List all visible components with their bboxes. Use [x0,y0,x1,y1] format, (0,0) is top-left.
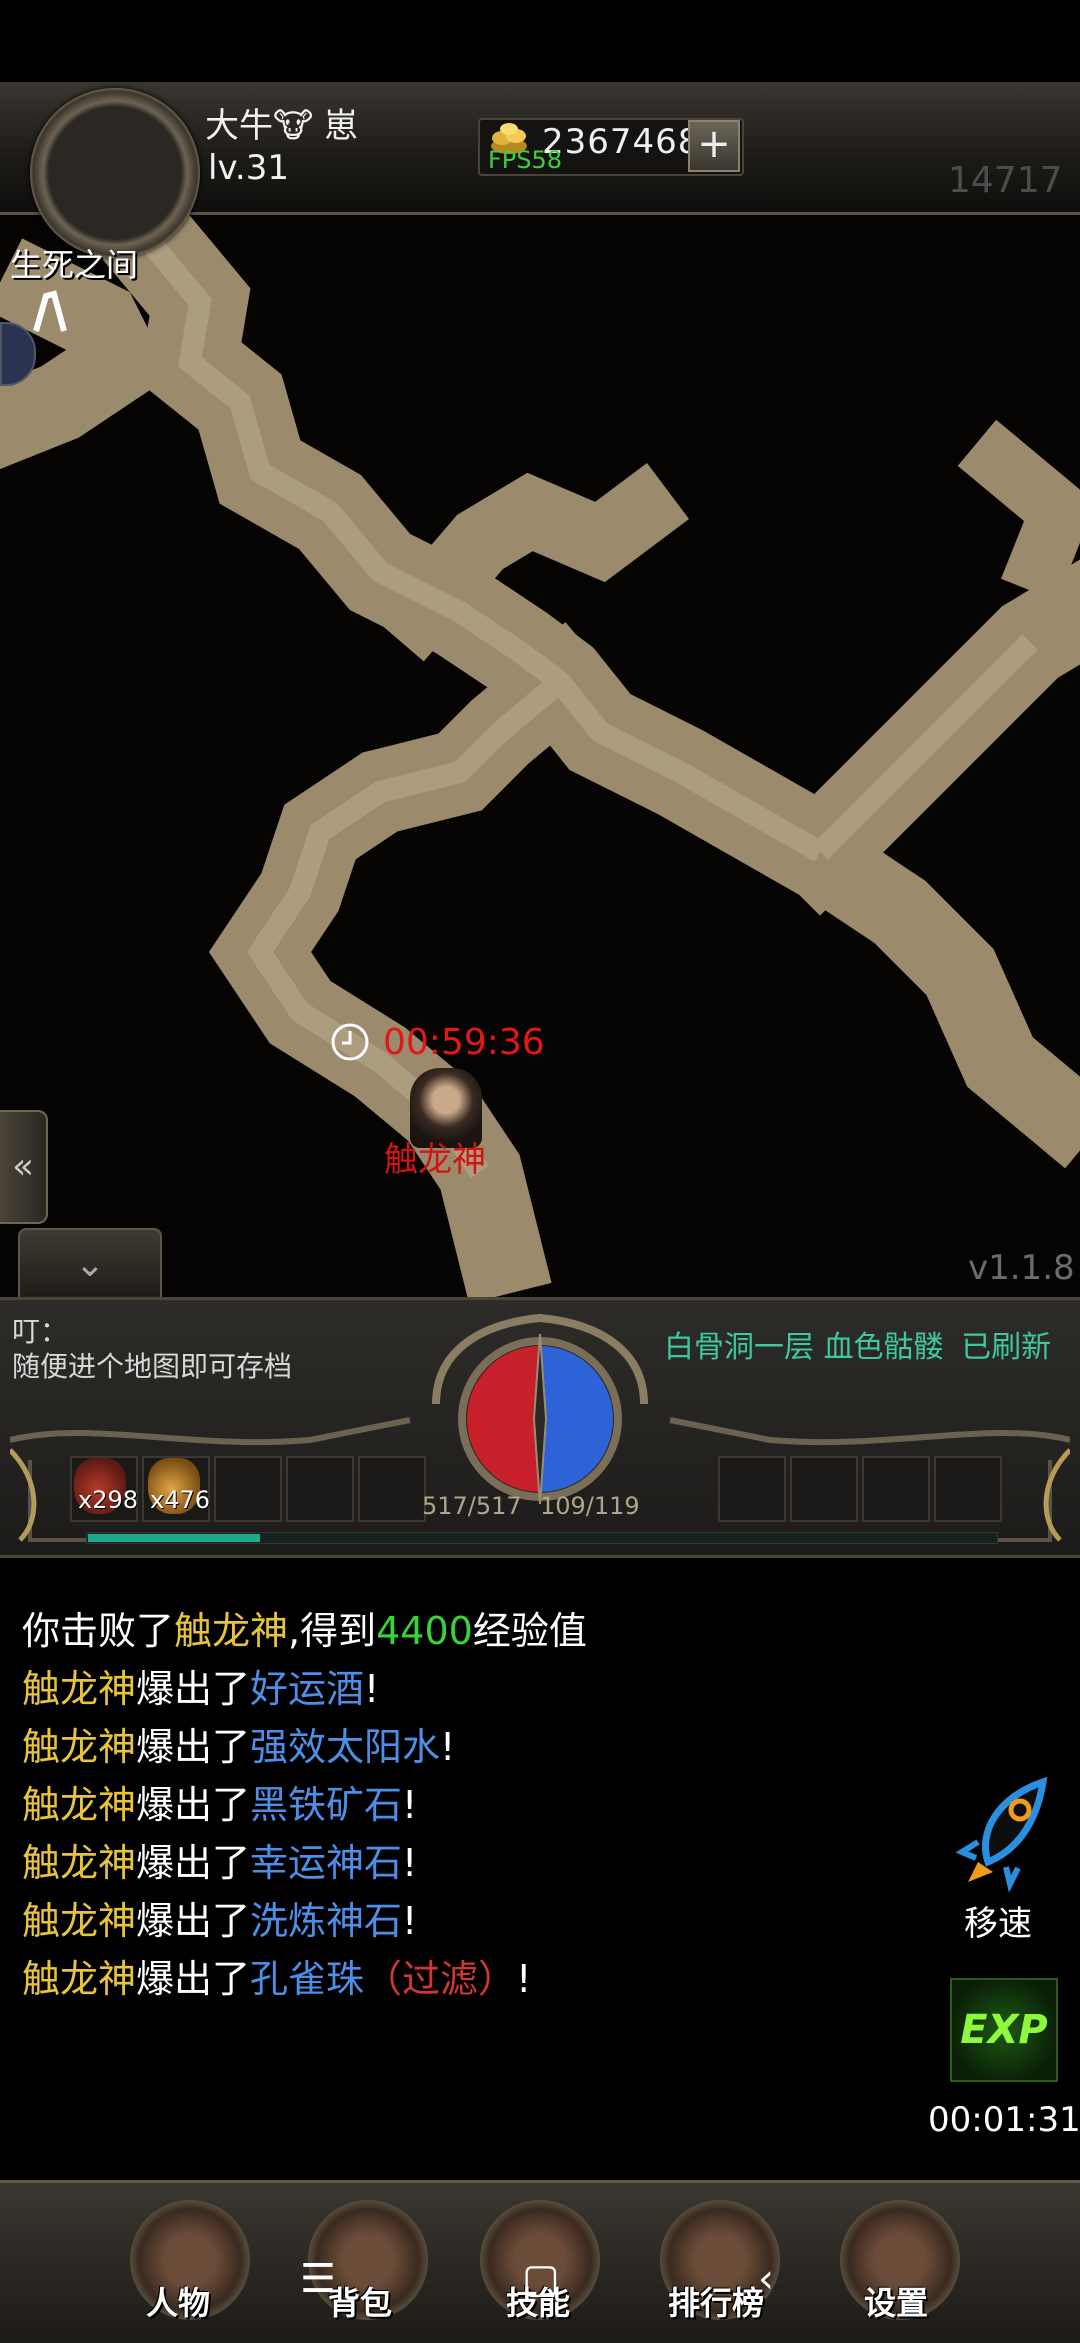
chat-segment: ! [402,1783,418,1827]
game-map[interactable] [0,212,1080,1297]
map-name: 生死之间 [10,246,139,284]
chat-segment: ! [364,1667,380,1711]
nav-bag-label: 背包 [328,2284,393,2322]
chat-segment: 爆出了 [136,1899,251,1943]
chat-segment: （过滤） [364,1957,517,2001]
clock-icon [331,1023,369,1061]
chat-segment: ! [516,1957,532,2001]
fps-counter: FPS58 [488,146,563,174]
chat-segment: 经验值 [472,1609,587,1653]
quick-slot[interactable] [718,1456,786,1522]
chat-segment: 触龙神 [22,1957,137,2001]
version-label: v1.1.8 [968,1248,1075,1288]
chat-segment: 强效太阳水 [250,1725,441,1769]
quick-slot[interactable] [286,1456,354,1522]
mp-potion-count: x476 [150,1486,211,1514]
notice-message: 随便进个地图即可存档 [12,1350,293,1383]
player-name: 大牛🐮 崽 [205,106,359,146]
player-map-marker-icon [33,290,67,332]
chat-segment: ,得到 [288,1609,377,1653]
notice-title: 叮： [12,1315,69,1348]
chat-segment: 洗炼神石 [250,1899,403,1943]
boss-refresh-notice: 白骨洞一层 血色骷髅 已刷新 [664,1322,1051,1366]
chat-segment: 爆出了 [136,1725,251,1769]
gold-amount: 2367468 [542,122,701,162]
boss-name: 触龙神 [384,1140,486,1180]
chat-line: 触龙神爆出了孔雀珠（过滤）! [22,1948,531,2003]
chat-segment: 触龙神 [22,1783,137,1827]
chat-segment: 孔雀珠 [250,1957,365,2001]
chat-line: 触龙神爆出了幸运神石! [22,1832,417,1887]
chat-segment: 爆出了 [136,1667,251,1711]
quick-slot[interactable] [214,1456,282,1522]
chat-segment: ! [402,1841,418,1885]
chat-segment: 触龙神 [22,1841,137,1885]
add-gold-button[interactable]: + [688,120,740,172]
exp-bar-fill [88,1534,260,1542]
refresh-monster: 血色骷髅 [823,1330,944,1365]
hp-mp-orb [432,1314,648,1504]
system-back-icon[interactable]: ‹ [758,2256,774,2302]
speed-boost-label: 移速 [964,1904,1032,1944]
nav-ranking-label: 排行榜 [668,2284,765,2322]
chat-segment: 4400 [376,1609,473,1653]
refresh-status: 已刷新 [961,1330,1052,1365]
exp-boost-timer: 00:01:31 [928,2100,1080,2140]
chat-segment: ! [440,1725,456,1769]
chat-line: 触龙神爆出了黑铁矿石! [22,1774,417,1829]
chat-line: 你击败了触龙神,得到4400经验值 [22,1600,587,1655]
refresh-place: 白骨洞一层 [664,1330,814,1365]
collapse-chat-button[interactable]: ⌄ [18,1228,162,1300]
chat-segment: 触龙神 [174,1609,289,1653]
chat-segment: ! [402,1899,418,1943]
score-counter: 14717 [948,160,1063,201]
chat-segment: 触龙神 [22,1899,137,1943]
expand-side-panel-button[interactable]: « [0,1110,48,1224]
boss-respawn-timer: 00:59:36 [383,1022,545,1063]
player-level: lv.31 [208,148,289,188]
chat-segment: 爆出了 [136,1783,251,1827]
hp-value: 517/517 [422,1492,522,1520]
chat-segment: 好运酒 [250,1667,365,1711]
rocket-icon[interactable] [948,1772,1058,1892]
chat-segment: 你击败了 [22,1609,175,1653]
nav-character-label: 人物 [146,2284,211,2322]
chat-segment: 幸运神石 [250,1841,403,1885]
chat-segment: 触龙神 [22,1667,137,1711]
chat-line: 触龙神爆出了强效太阳水! [22,1716,455,1771]
nav-settings-label: 设置 [864,2284,929,2322]
chat-segment: 爆出了 [136,1841,251,1885]
system-home-icon[interactable]: ▢ [522,2256,560,2302]
system-menu-icon[interactable]: ☰ [300,2256,336,2302]
chat-line: 触龙神爆出了洗炼神石! [22,1890,417,1945]
quick-slot[interactable] [934,1456,1002,1522]
chat-segment: 黑铁矿石 [250,1783,403,1827]
hp-potion-count: x298 [78,1486,139,1514]
quick-slot[interactable] [862,1456,930,1522]
chat-segment: 爆出了 [136,1957,251,2001]
status-bar [0,0,1080,82]
chat-segment: 触龙神 [22,1725,137,1769]
exp-boost-button[interactable]: EXP [950,1978,1058,2082]
quick-slot[interactable] [790,1456,858,1522]
player-avatar[interactable] [30,88,200,258]
chat-line: 触龙神爆出了好运酒! [22,1658,379,1713]
mp-value: 109/119 [540,1492,640,1520]
